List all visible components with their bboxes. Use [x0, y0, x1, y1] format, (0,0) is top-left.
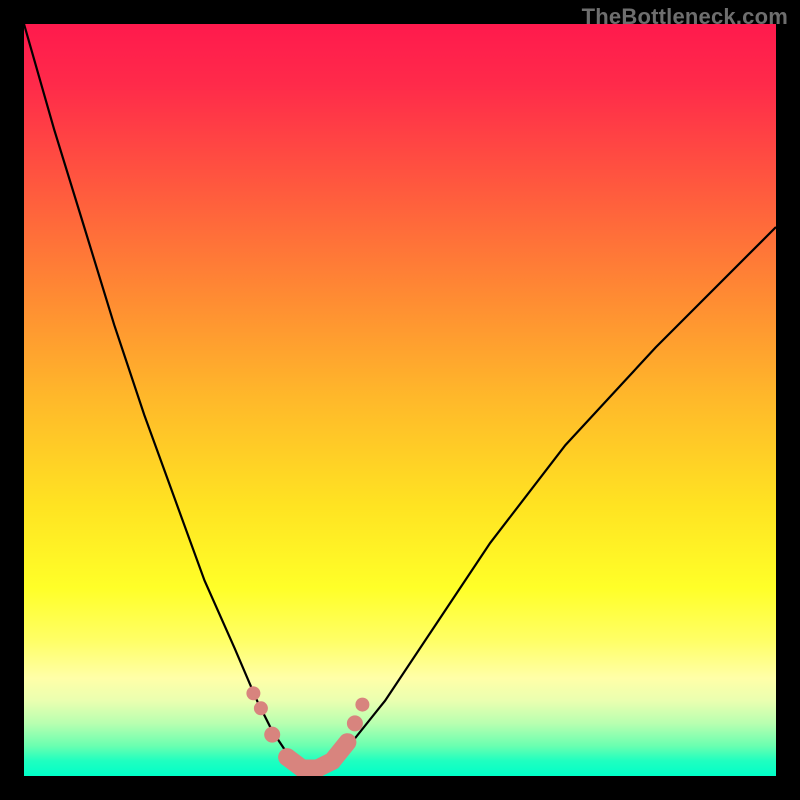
marker-dot [278, 748, 296, 766]
marker-dot [264, 727, 280, 743]
marker-dot [246, 686, 260, 700]
marker-dot [254, 701, 268, 715]
marker-dot [323, 752, 341, 770]
marker-dot [347, 715, 363, 731]
marker-dot [339, 734, 355, 750]
marker-dot [355, 698, 369, 712]
plot-area [24, 24, 776, 776]
chart-svg [24, 24, 776, 776]
chart-frame: TheBottleneck.com [0, 0, 800, 800]
curve-marker-group [246, 686, 369, 776]
marker-dots [246, 686, 369, 776]
bottleneck-curve-line [24, 24, 776, 769]
